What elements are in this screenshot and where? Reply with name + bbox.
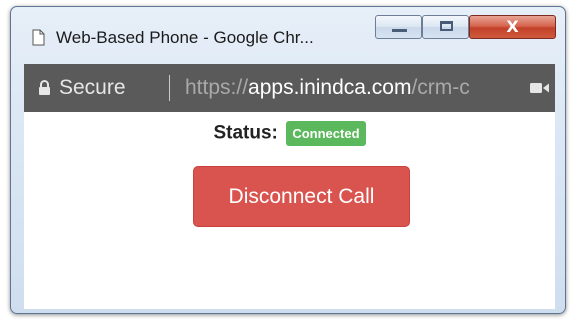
status-label: Status:: [213, 122, 278, 144]
title-bar[interactable]: Web-Based Phone - Google Chr... X: [11, 7, 565, 65]
page-icon: [32, 29, 45, 46]
url-text[interactable]: https://apps.inindca.com/crm-c: [185, 76, 523, 100]
secure-label: Secure: [59, 76, 126, 99]
window-title: Web-Based Phone - Google Chr...: [56, 28, 314, 47]
address-separator: [169, 75, 170, 101]
address-bar[interactable]: Secure https://apps.inindca.com/crm-c: [24, 64, 555, 112]
lock-icon: [39, 80, 50, 95]
minimize-icon: [392, 29, 407, 32]
minimize-button[interactable]: [375, 15, 422, 39]
page-content: Status: Connected Disconnect Call: [24, 112, 555, 309]
close-icon: X: [506, 17, 519, 36]
url-path: /crm-c: [411, 76, 470, 99]
maximize-icon: [440, 21, 453, 31]
disconnect-call-button[interactable]: Disconnect Call: [193, 166, 410, 227]
maximize-button[interactable]: [422, 15, 469, 39]
camera-icon[interactable]: [530, 82, 549, 94]
close-button[interactable]: X: [469, 15, 556, 39]
status-row: Status: Connected: [24, 121, 555, 146]
url-host: apps.inindca.com: [248, 76, 412, 99]
url-scheme: https://: [185, 76, 249, 99]
browser-popup-window: Web-Based Phone - Google Chr... X Secure…: [10, 6, 566, 314]
status-badge: Connected: [286, 121, 366, 146]
